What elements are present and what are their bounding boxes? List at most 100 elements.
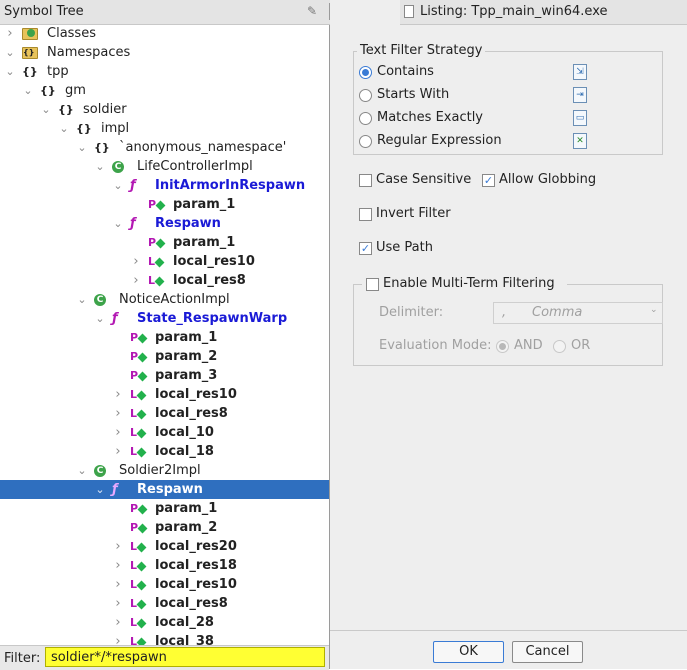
tree-row[interactable]: ⌄ ƒ InitArmorInRespawn xyxy=(0,176,329,195)
multi-term-group xyxy=(353,284,663,366)
expand-icon[interactable]: › xyxy=(4,25,16,43)
folder-icon xyxy=(22,28,38,40)
wrench-icon[interactable]: ✎ xyxy=(307,4,321,19)
delimiter-select[interactable]: , Comma ⌄ xyxy=(493,302,663,324)
allow-globbing-checkbox[interactable]: ✓ xyxy=(482,174,495,187)
matches-exactly-radio[interactable] xyxy=(359,112,372,125)
tree-row[interactable]: ⌄ {} impl xyxy=(0,119,329,138)
local-variable-icon: L xyxy=(130,444,147,459)
button-separator xyxy=(330,630,687,631)
expand-icon[interactable]: › xyxy=(112,632,124,645)
collapse-icon[interactable]: ⌄ xyxy=(112,176,124,195)
tree-row[interactable]: › Llocal_18 xyxy=(0,442,329,461)
case-sensitive-checkbox[interactable] xyxy=(359,174,372,187)
expand-icon[interactable]: › xyxy=(112,385,124,404)
collapse-icon[interactable]: ⌄ xyxy=(76,461,88,480)
ok-button[interactable]: OK xyxy=(433,641,504,663)
collapse-icon[interactable]: ⌄ xyxy=(4,43,16,62)
regular-expression-label: Regular Expression xyxy=(377,133,502,148)
tree-row[interactable]: ⌄ C LifeControllerImpl xyxy=(0,157,329,176)
tree-row-label: param_1 xyxy=(155,330,218,345)
parameter-icon: P xyxy=(148,235,166,250)
evaluation-mode-label: Evaluation Mode: xyxy=(379,338,492,353)
expand-icon[interactable]: › xyxy=(112,537,124,556)
filter-input[interactable] xyxy=(45,647,325,667)
tree-row[interactable]: › Llocal_res10 xyxy=(0,252,329,271)
tree-row[interactable]: ⌄ {} soldier xyxy=(0,100,329,119)
namespace-icon: {} xyxy=(94,141,110,154)
tree-row[interactable]: › Llocal_res8 xyxy=(0,594,329,613)
tree-row[interactable]: Pparam_2 xyxy=(0,347,329,366)
collapse-icon[interactable]: ⌄ xyxy=(58,119,70,138)
tree-row[interactable]: ⌄ {} Namespaces xyxy=(0,43,329,62)
starts-with-radio[interactable] xyxy=(359,89,372,102)
tree-row[interactable]: › Classes xyxy=(0,25,329,43)
tree-row[interactable]: Pparam_3 xyxy=(0,366,329,385)
expand-icon[interactable]: › xyxy=(112,594,124,613)
tree-row[interactable]: › Llocal_res10 xyxy=(0,575,329,594)
folder-icon: {} xyxy=(22,47,38,59)
tree-row[interactable]: › Llocal_res10 xyxy=(0,385,329,404)
expand-icon[interactable]: › xyxy=(112,404,124,423)
local-variable-icon: L xyxy=(130,539,147,554)
tree-row[interactable]: ⌄ C NoticeActionImpl xyxy=(0,290,329,309)
tree-row[interactable]: › Llocal_res8 xyxy=(0,271,329,290)
tree-row[interactable]: Pparam_1 xyxy=(0,328,329,347)
collapse-icon[interactable]: ⌄ xyxy=(22,81,34,100)
cancel-button[interactable]: Cancel xyxy=(512,641,583,663)
local-variable-icon: L xyxy=(130,634,147,645)
parameter-icon: P xyxy=(130,501,148,516)
tree-row[interactable]: › Llocal_res8 xyxy=(0,404,329,423)
starts-with-label: Starts With xyxy=(377,87,450,102)
collapse-icon[interactable]: ⌄ xyxy=(40,100,52,119)
expand-icon[interactable]: › xyxy=(112,613,124,632)
tree-row-label: NoticeActionImpl xyxy=(119,292,230,307)
contains-radio[interactable] xyxy=(359,66,372,79)
tree-row[interactable]: ⌄ {} tpp xyxy=(0,62,329,81)
tree-row[interactable]: ⌄ {} gm xyxy=(0,81,329,100)
tree-row-label: Respawn xyxy=(137,482,203,497)
collapse-icon[interactable]: ⌄ xyxy=(94,480,106,499)
local-variable-icon: L xyxy=(130,406,147,421)
collapse-icon[interactable]: ⌄ xyxy=(112,214,124,233)
tree-row-label: local_38 xyxy=(155,634,214,645)
tree-row[interactable]: › Llocal_28 xyxy=(0,613,329,632)
collapse-icon[interactable]: ⌄ xyxy=(76,138,88,157)
tree-row[interactable]: Pparam_2 xyxy=(0,518,329,537)
or-radio[interactable] xyxy=(553,340,566,353)
use-path-checkbox[interactable]: ✓ xyxy=(359,242,372,255)
tree-row[interactable]: › Llocal_res18 xyxy=(0,556,329,575)
and-radio[interactable] xyxy=(496,340,509,353)
invert-filter-checkbox[interactable] xyxy=(359,208,372,221)
expand-icon[interactable]: › xyxy=(112,575,124,594)
tree-row[interactable]: ⌄ ƒ State_RespawnWarp xyxy=(0,309,329,328)
listing-tab[interactable]: Listing: Tpp_main_win64.exe xyxy=(400,0,687,25)
symbol-tree-body: › Classes ⌄ {} Namespaces ⌄ {} tpp ⌄ {} gm ⌄ {} soldi… xyxy=(0,25,329,645)
tree-row[interactable]: ⌄ ƒ Respawn xyxy=(0,214,329,233)
matches-exactly-icon: ▭ xyxy=(573,110,587,126)
regular-expression-radio[interactable] xyxy=(359,135,372,148)
tree-row[interactable]: ⌄ {} `anonymous_namespace' xyxy=(0,138,329,157)
tree-row[interactable]: Pparam_1 xyxy=(0,233,329,252)
tree-row[interactable]: › Llocal_10 xyxy=(0,423,329,442)
namespace-icon: {} xyxy=(76,122,92,135)
chevron-down-icon: ⌄ xyxy=(650,305,658,315)
collapse-icon[interactable]: ⌄ xyxy=(76,290,88,309)
namespace-icon: {} xyxy=(22,65,38,78)
tree-row[interactable]: › Llocal_38 xyxy=(0,632,329,645)
delimiter-value: Comma xyxy=(532,305,583,320)
expand-icon[interactable]: › xyxy=(130,252,142,271)
collapse-icon[interactable]: ⌄ xyxy=(4,62,16,81)
tree-row[interactable]: ⌄ C Soldier2Impl xyxy=(0,461,329,480)
expand-icon[interactable]: › xyxy=(112,442,124,461)
expand-icon[interactable]: › xyxy=(112,556,124,575)
tree-row[interactable]: › Llocal_res20 xyxy=(0,537,329,556)
tree-row[interactable]: Pparam_1 xyxy=(0,499,329,518)
enable-multi-term-checkbox[interactable] xyxy=(366,278,379,291)
collapse-icon[interactable]: ⌄ xyxy=(94,157,106,176)
collapse-icon[interactable]: ⌄ xyxy=(94,309,106,328)
tree-row-selected[interactable]: ⌄ ƒ Respawn xyxy=(0,480,329,499)
tree-row[interactable]: Pparam_1 xyxy=(0,195,329,214)
expand-icon[interactable]: › xyxy=(130,271,142,290)
expand-icon[interactable]: › xyxy=(112,423,124,442)
